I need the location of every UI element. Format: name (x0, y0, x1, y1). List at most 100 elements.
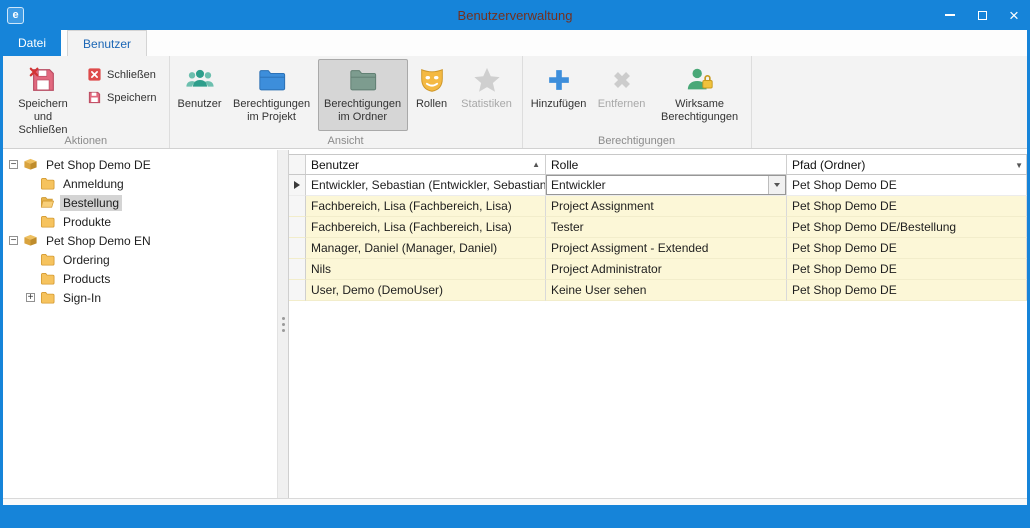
splitter[interactable] (277, 150, 289, 498)
cell-rolle[interactable]: Keine User sehen (546, 280, 787, 301)
combo-dropdown-button[interactable] (768, 176, 785, 194)
rollen-button[interactable]: Rollen (408, 59, 456, 131)
tree-node-bestellung[interactable]: Bestellung (3, 193, 277, 212)
ribbon-group-aktionen: Speichern und Schließen Schließen Speich… (3, 56, 170, 148)
project-icon (23, 157, 39, 172)
hinzufuegen-button[interactable]: Hinzufügen (527, 59, 591, 131)
cell-pfad[interactable]: Pet Shop Demo DE (787, 175, 1027, 196)
cell-rolle[interactable]: Entwickler (546, 175, 787, 196)
group-label-ansicht: Ansicht (170, 135, 522, 147)
focused-row-arrow-icon (294, 181, 300, 189)
tree-node-pet-shop-demo-de[interactable]: − Pet Shop Demo DE (3, 155, 277, 174)
button-label: Berechtigungen im Ordner (323, 98, 403, 124)
collapse-expander-icon[interactable]: − (9, 236, 18, 245)
row-indicator (289, 175, 306, 196)
tree-node-label: Ordering (60, 252, 113, 268)
cell-rolle[interactable]: Tester (546, 217, 787, 238)
berechtigungen-im-projekt-button[interactable]: Berechtigungen im Projekt (226, 59, 318, 131)
table-row[interactable]: Fachbereich, Lisa (Fachbereich, Lisa)Tes… (289, 217, 1027, 238)
tab-datei[interactable]: Datei (3, 30, 61, 56)
button-label: Benutzer (178, 98, 222, 111)
tree-node-produkte[interactable]: Produkte (3, 212, 277, 231)
window-frame-left (0, 30, 3, 528)
maximize-icon (978, 11, 987, 20)
row-indicator (289, 280, 306, 301)
button-label: Speichern und Schließen (12, 98, 74, 138)
tree-node-sign-in[interactable]: +Sign-In (3, 288, 277, 307)
main-area: −Pet Shop Demo DEAnmeldungBestellungProd… (3, 150, 1027, 498)
expander-spacer (26, 198, 35, 207)
cell-benutzer[interactable]: Entwickler, Sebastian (Entwickler, Sebas… (306, 175, 546, 196)
folder-icon (40, 290, 56, 305)
minimize-button[interactable] (934, 0, 966, 30)
table-row[interactable]: User, Demo (DemoUser)Keine User sehenPet… (289, 280, 1027, 301)
cell-rolle[interactable]: Project Administrator (546, 259, 787, 280)
cell-pfad[interactable]: Pet Shop Demo DE (787, 259, 1027, 280)
titlebar: e Benutzerverwaltung × (0, 0, 1030, 30)
tree-node-ordering[interactable]: Ordering (3, 250, 277, 269)
expander-spacer (26, 217, 35, 226)
tree-node-label: Pet Shop Demo EN (43, 233, 154, 249)
button-label: Statistiken (461, 98, 512, 111)
tree-node-label: Bestellung (60, 195, 122, 211)
table-row[interactable]: Fachbereich, Lisa (Fachbereich, Lisa)Pro… (289, 196, 1027, 217)
ribbon-group-ansicht: Benutzer Berechtigungen im Projekt Berec… (170, 56, 523, 148)
cell-rolle[interactable]: Project Assignment (546, 196, 787, 217)
button-label: Hinzufügen (531, 98, 587, 111)
statistiken-button: Statistiken (456, 59, 518, 131)
cell-benutzer[interactable]: Nils (306, 259, 546, 280)
speichern-button[interactable]: Speichern (79, 86, 165, 109)
save-and-close-icon (28, 65, 58, 95)
column-header-pfad[interactable]: Pfad (Ordner) ▼ (787, 155, 1027, 174)
row-indicator (289, 238, 306, 259)
table-row[interactable]: Entwickler, Sebastian (Entwickler, Sebas… (289, 175, 1027, 196)
tree-node-products[interactable]: Products (3, 269, 277, 288)
cell-pfad[interactable]: Pet Shop Demo DE/Bestellung (787, 217, 1027, 238)
berechtigungen-im-ordner-button[interactable]: Berechtigungen im Ordner (318, 59, 408, 131)
cell-pfad[interactable]: Pet Shop Demo DE (787, 238, 1027, 259)
column-menu-icon[interactable]: ▼ (1015, 161, 1023, 170)
close-red-icon (87, 67, 102, 82)
benutzer-view-button[interactable]: Benutzer (174, 59, 226, 131)
wirksame-berechtigungen-button[interactable]: Wirksame Berechtigungen (653, 59, 747, 131)
cell-pfad[interactable]: Pet Shop Demo DE (787, 196, 1027, 217)
column-header-benutzer[interactable]: Benutzer ▲ (306, 155, 546, 174)
tree-node-anmeldung[interactable]: Anmeldung (3, 174, 277, 193)
row-indicator (289, 196, 306, 217)
speichern-und-schliessen-button[interactable]: Speichern und Schließen (7, 59, 79, 131)
save-icon (87, 90, 102, 105)
cell-pfad[interactable]: Pet Shop Demo DE (787, 280, 1027, 301)
schliessen-button[interactable]: Schließen (79, 63, 165, 86)
cell-benutzer[interactable]: Manager, Daniel (Manager, Daniel) (306, 238, 546, 259)
statusbar (0, 505, 1030, 528)
remove-x-icon (607, 65, 637, 95)
user-lock-icon (685, 65, 715, 95)
folder-permissions-icon (348, 65, 378, 95)
close-button[interactable]: × (998, 0, 1030, 30)
expander-spacer (26, 179, 35, 188)
mask-icon (417, 65, 447, 95)
collapse-expander-icon[interactable]: − (9, 160, 18, 169)
table-row[interactable]: NilsProject AdministratorPet Shop Demo D… (289, 259, 1027, 280)
tab-benutzer[interactable]: Benutzer (67, 30, 147, 56)
rolle-combobox[interactable]: Entwickler (546, 175, 786, 195)
group-label-aktionen: Aktionen (3, 135, 169, 147)
maximize-button[interactable] (966, 0, 998, 30)
combo-value: Entwickler (547, 175, 768, 195)
expand-expander-icon[interactable]: + (26, 293, 35, 302)
tree-node-label: Pet Shop Demo DE (43, 157, 154, 173)
cell-benutzer[interactable]: Fachbereich, Lisa (Fachbereich, Lisa) (306, 196, 546, 217)
row-indicator (289, 259, 306, 280)
cell-benutzer[interactable]: Fachbereich, Lisa (Fachbereich, Lisa) (306, 217, 546, 238)
cell-benutzer[interactable]: User, Demo (DemoUser) (306, 280, 546, 301)
cell-rolle[interactable]: Project Assigment - Extended (546, 238, 787, 259)
table-row[interactable]: Manager, Daniel (Manager, Daniel)Project… (289, 238, 1027, 259)
column-header-rolle[interactable]: Rolle (546, 155, 787, 174)
grid-body: Entwickler, Sebastian (Entwickler, Sebas… (289, 175, 1027, 301)
button-label: Berechtigungen im Projekt (231, 98, 313, 124)
folder-icon (40, 271, 56, 286)
minimize-icon (945, 14, 955, 16)
tree-node-pet-shop-demo-en[interactable]: − Pet Shop Demo EN (3, 231, 277, 250)
sort-asc-icon: ▲ (532, 160, 540, 169)
aktionen-small-buttons: Schließen Speichern (79, 63, 165, 109)
